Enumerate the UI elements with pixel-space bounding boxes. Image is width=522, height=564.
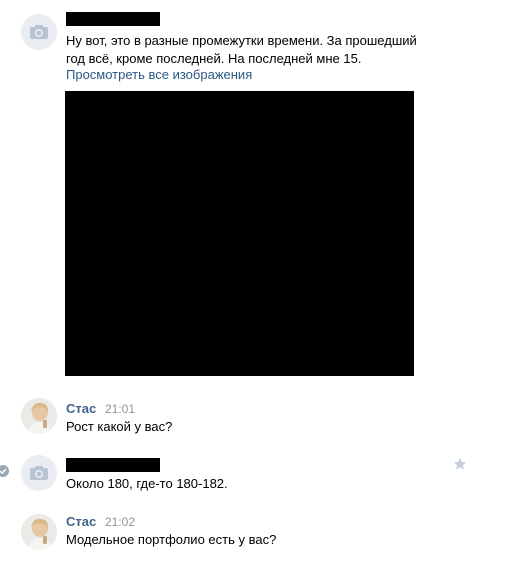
avatar[interactable] bbox=[21, 14, 57, 50]
author-name[interactable]: Стас bbox=[66, 401, 96, 416]
message-text: Модельное портфолио есть у вас? bbox=[66, 532, 277, 547]
camera-icon bbox=[30, 466, 48, 480]
view-all-images-link[interactable]: Просмотреть все изображения bbox=[66, 67, 252, 82]
message-text: Рост какой у вас? bbox=[66, 419, 173, 434]
message-time[interactable]: 21:02 bbox=[105, 515, 135, 529]
message-group: Ну вот, это в разные промежутки времени.… bbox=[0, 0, 522, 380]
image-attachment[interactable] bbox=[65, 91, 414, 376]
message-text-line: год всё, кроме последней. На последней м… bbox=[66, 51, 362, 66]
avatar[interactable] bbox=[21, 398, 57, 434]
redacted-author-name bbox=[66, 12, 160, 26]
message-text: Около 180, где-то 180-182. bbox=[66, 476, 228, 491]
message-group: Стас 21:02 Модельное портфолио есть у ва… bbox=[0, 508, 522, 564]
avatar[interactable] bbox=[21, 455, 57, 491]
check-icon bbox=[0, 465, 9, 477]
user-photo bbox=[21, 514, 57, 550]
message-text-line: Ну вот, это в разные промежутки времени.… bbox=[66, 33, 417, 48]
author-name[interactable]: Стас bbox=[66, 514, 96, 529]
avatar[interactable] bbox=[21, 514, 57, 550]
message-group: Около 180, где-то 180-182. bbox=[0, 452, 522, 502]
message-time[interactable]: 21:01 bbox=[105, 402, 135, 416]
user-photo bbox=[21, 398, 57, 434]
redacted-author-name bbox=[66, 458, 160, 472]
message-group: Стас 21:01 Рост какой у вас? bbox=[0, 392, 522, 442]
camera-icon bbox=[30, 25, 48, 39]
star-icon[interactable] bbox=[453, 457, 467, 471]
